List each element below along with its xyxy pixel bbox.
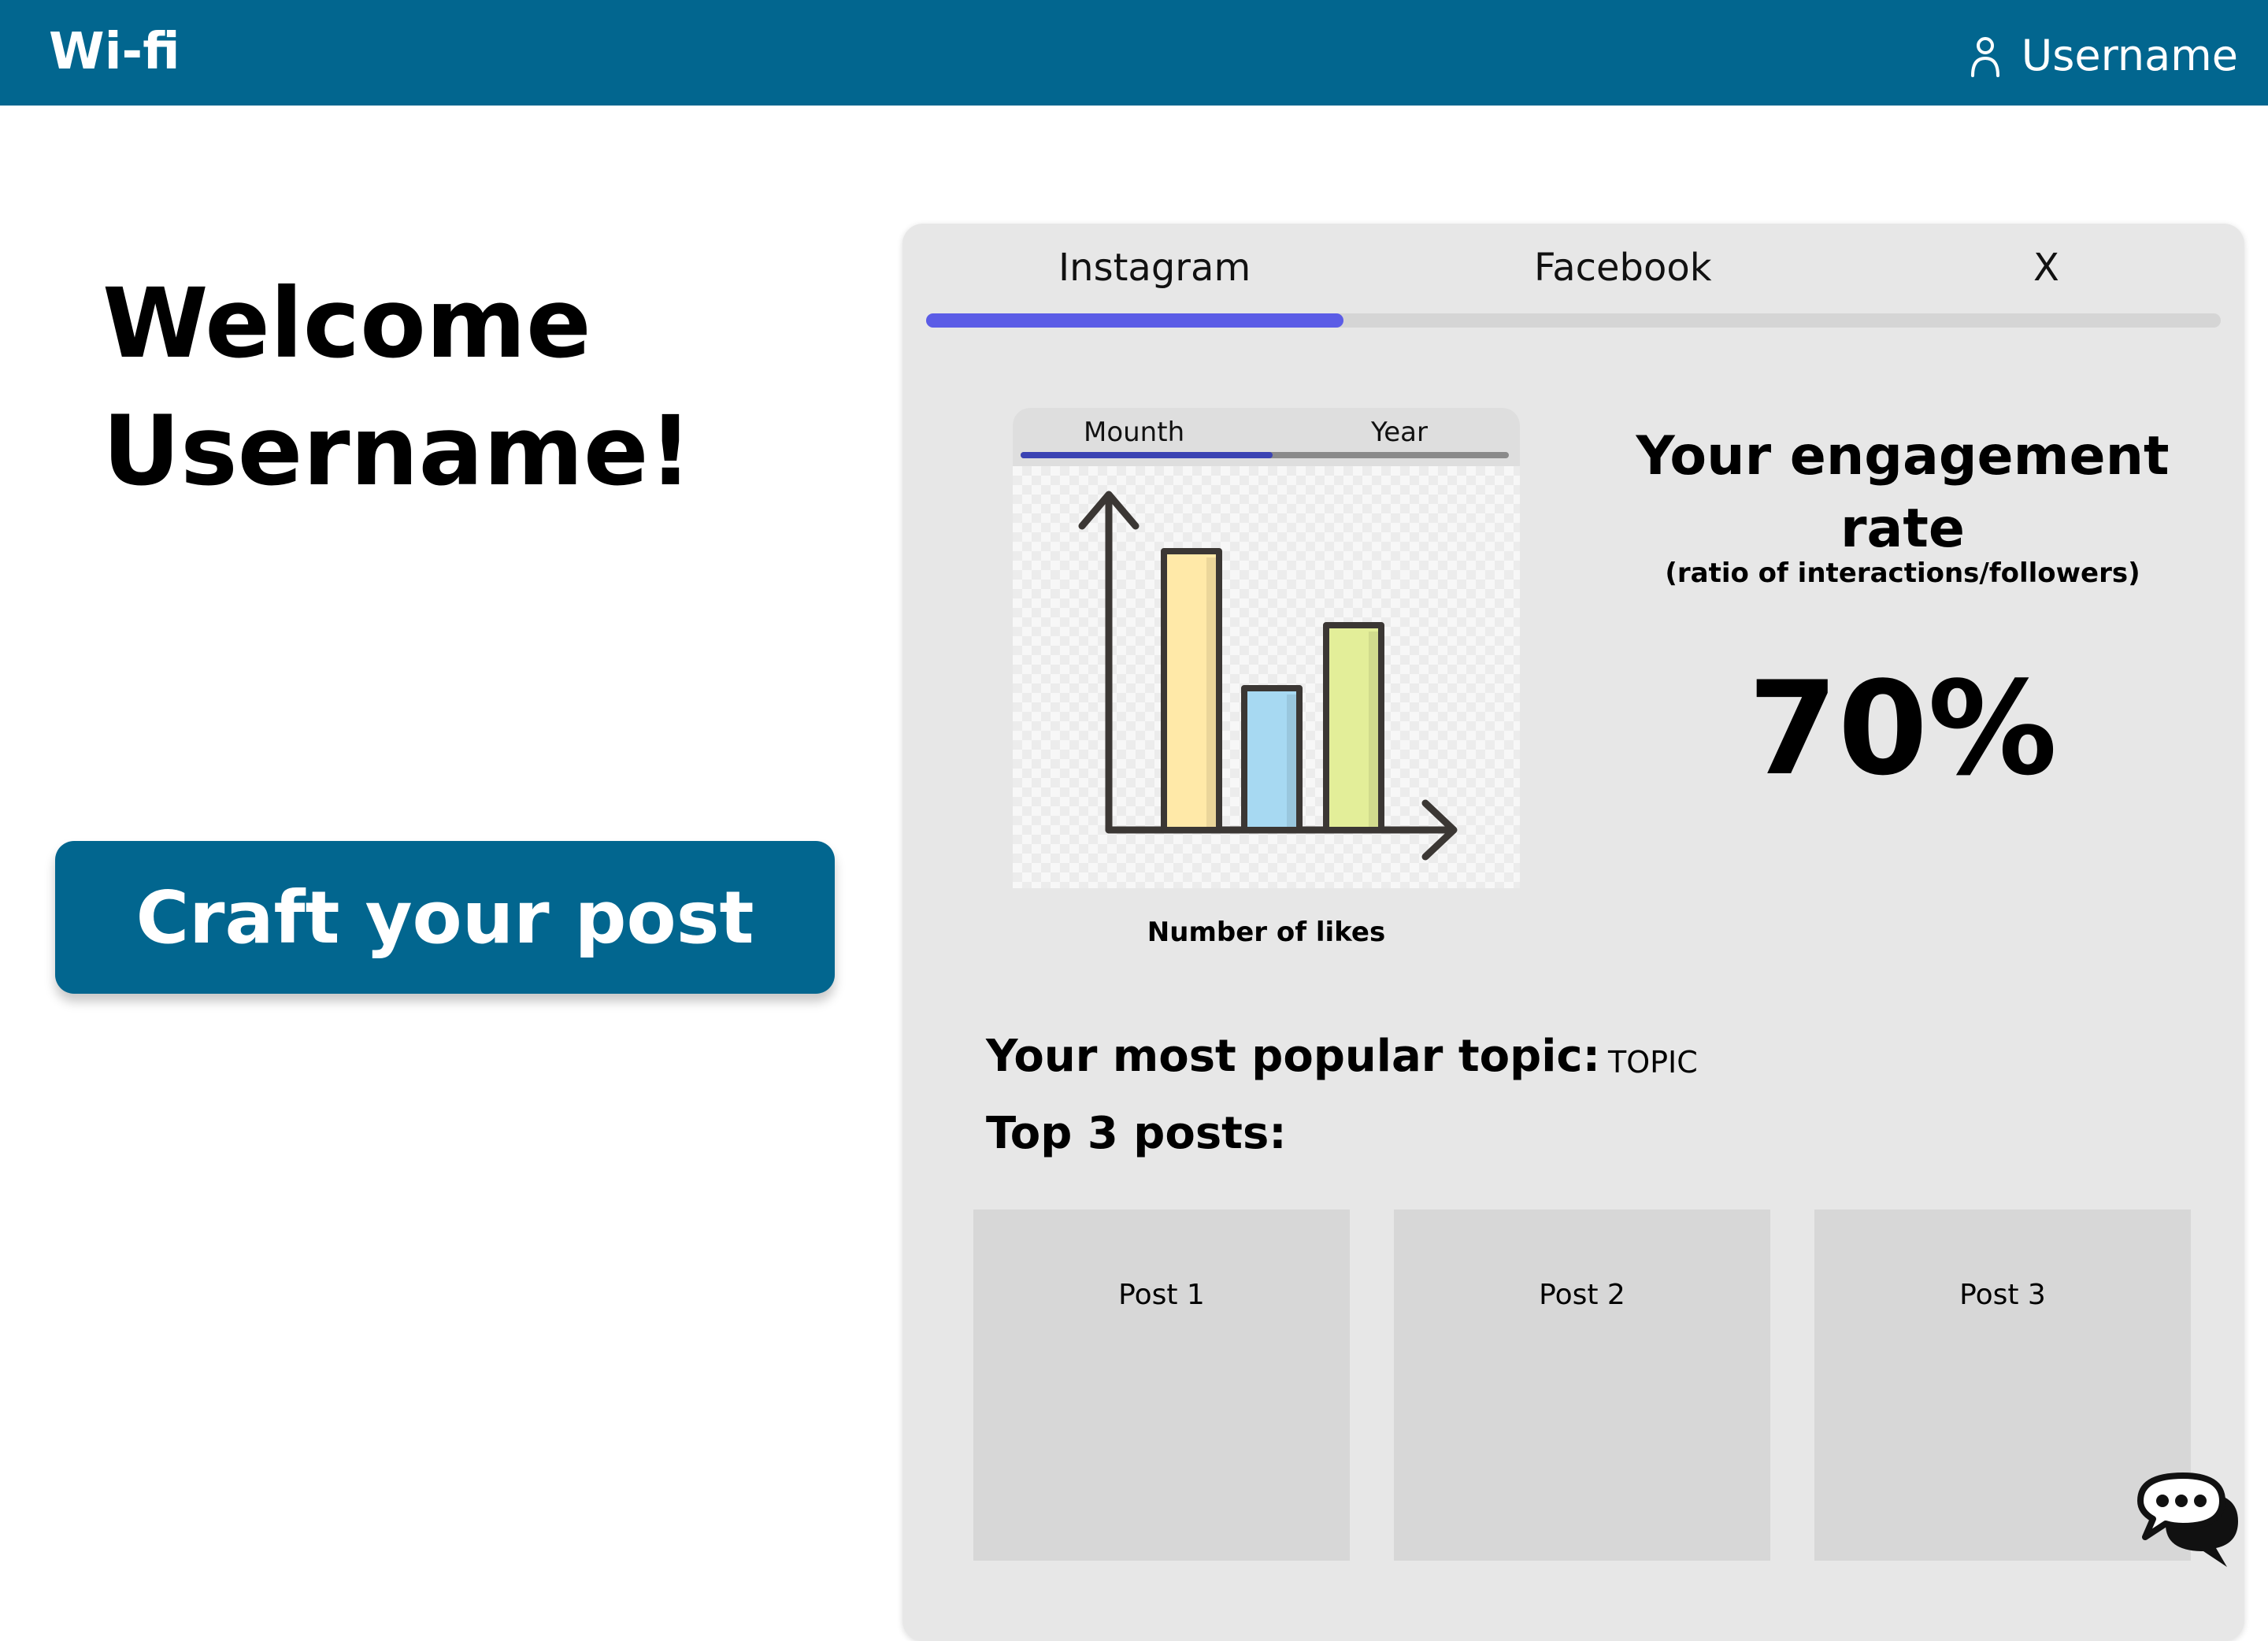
user-icon — [1970, 37, 1999, 77]
analytics-panel: Instagram Facebook X Mounth Year Number … — [902, 224, 2244, 1641]
period-tab-indicator — [1021, 452, 1273, 458]
post-label-2: Post 2 — [1539, 1279, 1625, 1311]
tab-year[interactable]: Year — [1371, 419, 1428, 446]
tab-instagram[interactable]: Instagram — [1058, 249, 1251, 287]
likes-chart-card: Mounth Year — [1013, 408, 1520, 888]
platform-tab-indicator — [926, 313, 1343, 328]
likes-chart-area — [1013, 466, 1520, 888]
engagement-title: Your engagement rate — [1636, 425, 2170, 560]
tab-facebook[interactable]: Facebook — [1534, 249, 1712, 287]
post-card-2[interactable]: Post 2 — [1394, 1209, 1770, 1561]
welcome-line-2: Username! — [102, 395, 693, 507]
username-label: Username — [2021, 31, 2238, 80]
tab-x[interactable]: X — [2033, 249, 2059, 287]
welcome-heading: Welcome Username! — [102, 260, 692, 515]
engagement-rate-value: 70% — [1747, 654, 2058, 804]
tab-month[interactable]: Mounth — [1084, 419, 1184, 446]
brand-logo[interactable]: Wi-fi — [49, 27, 180, 77]
chat-bubbles-icon[interactable] — [2134, 1469, 2244, 1572]
top-navigation-bar: Wi-fi Username — [0, 0, 2268, 106]
bar-chart-icon — [1078, 491, 1458, 861]
chart-caption: Number of likes — [1147, 917, 1386, 948]
popular-topic-label: Your most popular topic: — [986, 1031, 1601, 1082]
welcome-line-1: Welcome — [102, 268, 591, 380]
craft-post-button[interactable]: Craft your post — [55, 841, 835, 994]
engagement-subtitle: (ratio of interactions/followers) — [1665, 557, 2140, 589]
post-label-3: Post 3 — [1959, 1279, 2046, 1311]
top-posts-label: Top 3 posts: — [986, 1108, 1287, 1159]
period-tab-bar: Mounth Year — [1013, 408, 1520, 466]
popular-topic-value: TOPIC — [1608, 1045, 1698, 1080]
post-card-1[interactable]: Post 1 — [973, 1209, 1350, 1561]
post-label-1: Post 1 — [1118, 1279, 1205, 1311]
user-menu[interactable]: Username — [1970, 35, 2238, 77]
